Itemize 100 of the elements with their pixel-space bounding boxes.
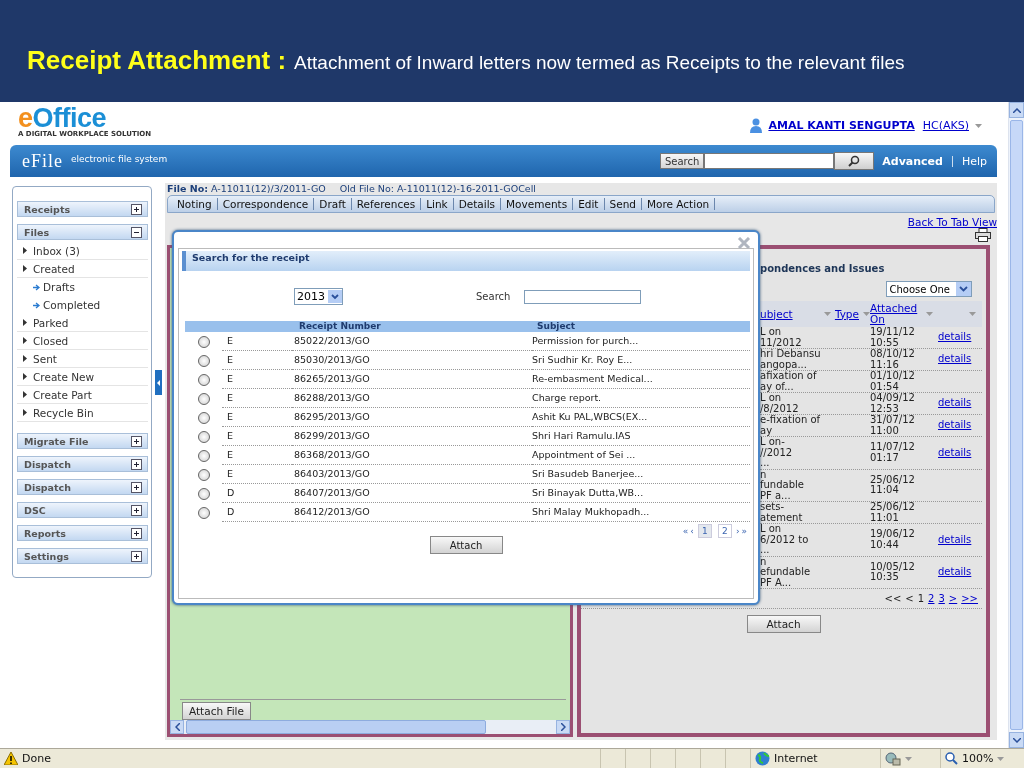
details-link[interactable]: details bbox=[938, 567, 982, 578]
plus-icon[interactable] bbox=[131, 481, 142, 493]
sidebar-item[interactable]: Created bbox=[17, 260, 148, 278]
pager-arrow[interactable]: ‹ bbox=[690, 526, 694, 536]
radio-button[interactable] bbox=[197, 392, 210, 405]
pager-arrow[interactable]: « bbox=[682, 526, 689, 536]
plus-icon[interactable] bbox=[131, 458, 142, 470]
page-link[interactable]: 1 bbox=[697, 524, 712, 538]
radio-button[interactable] bbox=[197, 373, 210, 386]
sidebar-section[interactable]: Dispatch bbox=[17, 479, 148, 495]
plus-icon[interactable] bbox=[131, 435, 142, 447]
tab[interactable]: Details bbox=[453, 198, 502, 210]
search-field[interactable] bbox=[524, 289, 642, 304]
warning-icon bbox=[4, 752, 18, 765]
year-dropdown[interactable]: 2013 bbox=[294, 288, 343, 305]
details-link[interactable]: details bbox=[938, 354, 982, 365]
table-cell-text: n efundable PF A... bbox=[760, 556, 812, 588]
sidebar-section[interactable]: Settings bbox=[17, 548, 148, 564]
page-link[interactable]: 3 bbox=[938, 593, 945, 604]
tab[interactable]: Edit bbox=[573, 198, 605, 210]
details-link[interactable]: details bbox=[938, 534, 982, 545]
plus-icon[interactable] bbox=[131, 504, 142, 516]
sidebar-section[interactable]: Files bbox=[17, 224, 148, 240]
tab[interactable]: More Action bbox=[641, 198, 716, 210]
scrollbar[interactable] bbox=[1008, 102, 1024, 748]
sidebar-item[interactable]: Completed bbox=[17, 296, 148, 314]
slide-title: Receipt Attachment : bbox=[27, 45, 287, 76]
details-link[interactable]: details bbox=[938, 420, 982, 431]
slide-subtitle: Attachment of Inward letters now termed as Receipts to the relevant files bbox=[294, 52, 905, 74]
page-link[interactable]: > bbox=[948, 593, 958, 604]
details-link[interactable]: details bbox=[938, 332, 982, 343]
header-link[interactable]: Help bbox=[961, 154, 987, 168]
security-icon[interactable] bbox=[885, 751, 901, 766]
sidebar-item[interactable]: Parked bbox=[17, 314, 148, 332]
tab[interactable]: References bbox=[351, 198, 422, 210]
scrollbar[interactable] bbox=[170, 720, 570, 734]
attach-button[interactable]: Attach bbox=[429, 536, 503, 554]
attach-button[interactable]: Attach bbox=[746, 615, 821, 633]
user-link[interactable]: AMAL KANTI SENGUPTA HC(AKS) bbox=[768, 119, 969, 132]
table-cell: Shri Malay Mukhopadh... bbox=[532, 503, 750, 522]
radio-button[interactable] bbox=[197, 487, 210, 500]
sidebar-section[interactable]: DSC bbox=[17, 502, 148, 518]
tab[interactable]: Link bbox=[421, 198, 454, 210]
sidebar-section[interactable]: Dispatch bbox=[17, 456, 148, 472]
app-subtitle: electronic file system bbox=[71, 154, 168, 164]
radio-button[interactable] bbox=[197, 468, 210, 481]
sidebar-item[interactable]: Create Part bbox=[17, 386, 148, 404]
column-header[interactable]: Type bbox=[834, 308, 859, 320]
minus-icon[interactable] bbox=[131, 226, 142, 238]
radio-button[interactable] bbox=[197, 354, 210, 367]
search-button[interactable] bbox=[834, 152, 875, 170]
radio-button[interactable] bbox=[197, 449, 210, 462]
plus-icon[interactable] bbox=[131, 203, 142, 215]
table-cell: Ashit Ku PAL,WBCS(EX... bbox=[532, 408, 750, 427]
sidebar-item[interactable]: Recycle Bin bbox=[17, 404, 148, 422]
plus-icon[interactable] bbox=[131, 527, 142, 539]
table-cell: 86299/2013/GO bbox=[292, 427, 532, 446]
zoom-level[interactable]: 100% bbox=[962, 752, 994, 765]
sidebar-item[interactable]: Inbox (3) bbox=[17, 242, 148, 260]
back-link[interactable]: Back To Tab View bbox=[907, 216, 997, 228]
details-link[interactable]: details bbox=[938, 398, 982, 409]
tab[interactable]: Draft bbox=[314, 198, 352, 210]
column-header[interactable]: ubject bbox=[760, 308, 793, 320]
attach-file-button[interactable]: Attach File bbox=[182, 702, 251, 720]
sidebar-item[interactable]: Drafts bbox=[17, 278, 148, 296]
tab[interactable]: Movements bbox=[501, 198, 574, 210]
column-header[interactable]: Attached On bbox=[870, 303, 922, 325]
sidebar-item[interactable]: Closed bbox=[17, 332, 148, 350]
type-dropdown[interactable]: Choose One bbox=[885, 281, 972, 297]
pager-arrow[interactable]: » bbox=[741, 526, 747, 536]
caret-icon bbox=[926, 312, 933, 316]
sidebar-item[interactable]: Sent bbox=[17, 350, 148, 368]
page-link[interactable]: 2 bbox=[928, 593, 935, 604]
radio-button[interactable] bbox=[197, 430, 210, 443]
table-cell: Permission for purch... bbox=[532, 332, 750, 351]
sidebar-section[interactable]: Migrate File bbox=[17, 433, 148, 449]
table-cell: E bbox=[222, 408, 292, 427]
radio-button[interactable] bbox=[197, 506, 210, 519]
caret-icon bbox=[975, 123, 982, 128]
tab[interactable]: Noting bbox=[172, 198, 218, 210]
triangle-icon bbox=[23, 265, 27, 272]
sidebar-section[interactable]: Receipts bbox=[17, 201, 148, 217]
radio-button[interactable] bbox=[197, 411, 210, 424]
search-field[interactable] bbox=[704, 153, 835, 169]
pager-arrow[interactable]: › bbox=[735, 526, 740, 536]
radio-button[interactable] bbox=[197, 335, 210, 348]
caret-icon bbox=[997, 756, 1005, 761]
page-link[interactable]: 2 bbox=[717, 524, 732, 538]
sidebar-item[interactable]: Create New bbox=[17, 368, 148, 386]
sidebar-section[interactable]: Reports bbox=[17, 525, 148, 541]
tab[interactable]: Send bbox=[604, 198, 642, 210]
table-cell: Charge report. bbox=[532, 389, 750, 408]
plus-icon[interactable] bbox=[131, 550, 142, 562]
printer-icon[interactable] bbox=[975, 228, 991, 242]
page-link[interactable]: >> bbox=[961, 593, 978, 604]
collapse-handle[interactable] bbox=[155, 370, 162, 395]
triangle-icon bbox=[23, 337, 27, 344]
header-link[interactable]: Advanced bbox=[882, 154, 943, 168]
tab[interactable]: Correspondence bbox=[217, 198, 315, 210]
details-link[interactable]: details bbox=[938, 447, 982, 458]
